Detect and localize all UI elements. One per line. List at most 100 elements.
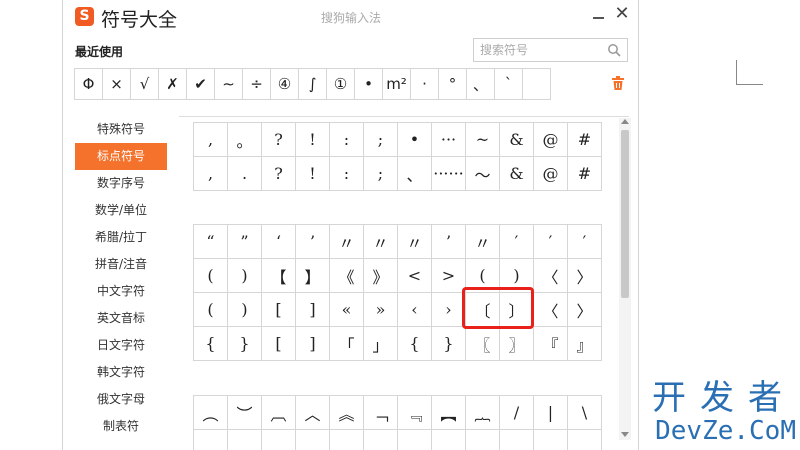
sidebar-category-item[interactable]: 英文音标	[75, 305, 167, 332]
symbol-cell[interactable]: •	[398, 123, 432, 157]
recent-symbol-cell[interactable]: ×	[102, 68, 131, 100]
trash-icon[interactable]	[611, 75, 625, 91]
symbol-cell[interactable]: 〉	[568, 293, 602, 327]
symbol-cell[interactable]: :	[330, 157, 364, 191]
symbol-cell[interactable]: (	[194, 293, 228, 327]
symbol-cell[interactable]: ;	[364, 157, 398, 191]
symbol-cell[interactable]: }	[432, 327, 466, 361]
symbol-cell[interactable]: ﹃	[398, 396, 432, 430]
symbol-cell[interactable]: ′	[534, 225, 568, 259]
symbol-cell[interactable]: {	[194, 327, 228, 361]
symbol-cell[interactable]: <	[398, 259, 432, 293]
symbol-cell[interactable]: @	[534, 123, 568, 157]
symbol-cell[interactable]	[194, 430, 228, 450]
symbol-cell[interactable]	[568, 430, 602, 450]
recent-symbol-cell[interactable]: °	[438, 68, 467, 100]
symbol-cell[interactable]: &	[500, 123, 534, 157]
symbol-cell[interactable]: |	[534, 396, 568, 430]
symbol-cell[interactable]: )	[228, 293, 262, 327]
symbol-cell[interactable]: (	[466, 259, 500, 293]
symbol-cell[interactable]: 「	[330, 327, 364, 361]
symbol-cell[interactable]: )	[500, 259, 534, 293]
symbol-cell[interactable]: ︻	[432, 396, 466, 430]
symbol-cell[interactable]	[534, 430, 568, 450]
close-button[interactable]: ✕	[613, 3, 631, 25]
recent-symbol-cell[interactable]: √	[130, 68, 159, 100]
sidebar-category-item[interactable]: 日文字符	[75, 332, 167, 359]
minimize-button[interactable]	[589, 6, 607, 24]
symbol-cell[interactable]: «	[330, 293, 364, 327]
recent-symbol-cell[interactable]: ÷	[242, 68, 271, 100]
recent-symbol-cell[interactable]: Φ	[74, 68, 103, 100]
symbol-cell[interactable]: ′	[500, 225, 534, 259]
symbol-cell[interactable]: 》	[364, 259, 398, 293]
symbol-cell[interactable]	[262, 430, 296, 450]
recent-symbol-cell[interactable]: ④	[270, 68, 299, 100]
symbol-cell[interactable]: 〃	[330, 225, 364, 259]
symbol-cell[interactable]: &	[500, 157, 534, 191]
sidebar-category-item[interactable]: 制表符	[75, 413, 167, 440]
symbol-cell[interactable]	[296, 430, 330, 450]
vertical-scrollbar[interactable]	[619, 118, 631, 440]
symbol-cell[interactable]: ︹	[262, 396, 296, 430]
symbol-cell[interactable]: ′	[568, 225, 602, 259]
recent-symbol-cell[interactable]: ①	[326, 68, 355, 100]
symbol-cell[interactable]: ?	[262, 157, 296, 191]
symbol-cell[interactable]: 、	[398, 157, 432, 191]
symbol-cell[interactable]	[500, 430, 534, 450]
symbol-cell[interactable]: 」	[364, 327, 398, 361]
symbol-cell[interactable]: 《	[330, 259, 364, 293]
scroll-down-arrow-icon[interactable]	[621, 432, 629, 437]
recent-symbol-cell[interactable]: ∼	[214, 68, 243, 100]
recent-symbol-cell[interactable]: •	[354, 68, 383, 100]
symbol-cell[interactable]: (	[194, 259, 228, 293]
sidebar-category-item[interactable]: 标点符号	[75, 143, 167, 170]
sidebar-category-item[interactable]: 俄文字母	[75, 386, 167, 413]
symbol-cell[interactable]: }	[228, 327, 262, 361]
recent-symbol-cell[interactable]: `	[494, 68, 523, 100]
symbol-cell[interactable]: ‘	[262, 225, 296, 259]
sidebar-category-item[interactable]: 希腊/拉丁	[75, 224, 167, 251]
symbol-cell[interactable]	[466, 430, 500, 450]
sidebar-category-item[interactable]: 数学/单位	[75, 197, 167, 224]
symbol-cell[interactable]: “	[194, 225, 228, 259]
symbol-cell[interactable]: ‹	[398, 293, 432, 327]
symbol-cell[interactable]: !	[296, 157, 330, 191]
symbol-cell[interactable]: 』	[568, 327, 602, 361]
symbol-cell[interactable]: 〃	[398, 225, 432, 259]
symbol-cell[interactable]: 〉	[568, 259, 602, 293]
sidebar-category-item[interactable]: 韩文字符	[75, 359, 167, 386]
scroll-up-arrow-icon[interactable]	[621, 119, 629, 124]
recent-symbol-cell[interactable]: 、	[466, 68, 495, 100]
recent-symbol-cell[interactable]	[522, 68, 551, 100]
sidebar-category-item[interactable]: 特殊符号	[75, 116, 167, 143]
symbol-cell[interactable]: 〈	[534, 259, 568, 293]
symbol-cell[interactable]: 〃	[364, 225, 398, 259]
symbol-cell[interactable]	[364, 430, 398, 450]
sidebar-category-item[interactable]: 数字序号	[75, 170, 167, 197]
symbol-cell[interactable]: 】	[296, 259, 330, 293]
scroll-thumb[interactable]	[621, 130, 629, 298]
symbol-cell[interactable]: .	[228, 157, 262, 191]
symbol-cell[interactable]: ’	[296, 225, 330, 259]
symbol-cell[interactable]: ︽	[330, 396, 364, 430]
symbol-cell[interactable]: 【	[262, 259, 296, 293]
recent-symbol-cell[interactable]: ✔	[186, 68, 215, 100]
sidebar-category-item[interactable]: 拼音/注音	[75, 251, 167, 278]
symbol-cell[interactable]: 〈	[534, 293, 568, 327]
symbol-cell[interactable]: ”	[228, 225, 262, 259]
symbol-cell[interactable]: {	[398, 327, 432, 361]
symbol-cell[interactable]: »	[364, 293, 398, 327]
symbol-cell[interactable]: ,	[194, 123, 228, 157]
symbol-cell[interactable]: 〃	[466, 225, 500, 259]
recent-symbol-cell[interactable]: m²	[382, 68, 411, 100]
sidebar-category-item[interactable]: 中文字符	[75, 278, 167, 305]
symbol-cell[interactable]: ?	[262, 123, 296, 157]
symbol-cell[interactable]: [	[262, 327, 296, 361]
symbol-cell[interactable]: 〗	[500, 327, 534, 361]
symbol-cell[interactable]: 。	[228, 123, 262, 157]
symbol-cell[interactable]: ,	[194, 157, 228, 191]
symbol-cell[interactable]	[228, 430, 262, 450]
symbol-cell[interactable]: ～	[466, 157, 500, 191]
recent-symbol-cell[interactable]: ∫	[298, 68, 327, 100]
